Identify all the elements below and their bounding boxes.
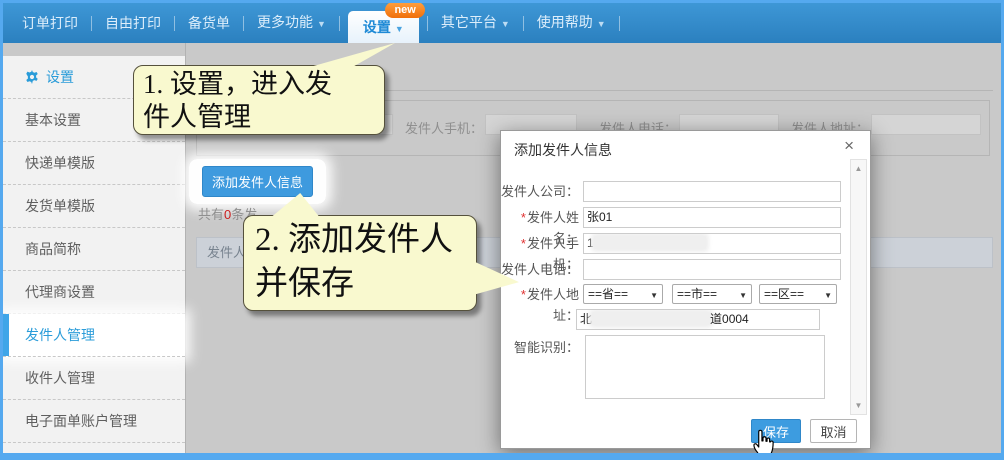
sidebar-item-express-template[interactable]: 快递单模版: [3, 142, 185, 185]
filter-label-mobile: 发件人手机：: [405, 118, 483, 137]
sidebar-item-shipping-template[interactable]: 发货单模版: [3, 185, 185, 228]
required-mark: *: [521, 287, 526, 302]
top-nav: 订单打印 自由打印 备货单 更多功能▼ 设置▼ new 其它平台▼ 使用帮助▼: [3, 3, 1001, 43]
chevron-down-icon: ▼: [739, 286, 747, 305]
chevron-down-icon: ▼: [501, 19, 510, 29]
sidebar-item-receiver-management[interactable]: 收件人管理: [3, 357, 185, 400]
add-sender-highlight: 添加发件人信息: [189, 159, 326, 204]
sidebar-item-agent-settings[interactable]: 代理商设置: [3, 271, 185, 314]
field-row-company: 发件人公司：: [501, 181, 870, 203]
field-row-phone: 发件人电话：: [501, 259, 870, 281]
required-mark: *: [521, 236, 526, 251]
address-detail-input[interactable]: 北道0004: [576, 309, 820, 330]
nav-item-stock-list[interactable]: 备货单: [175, 3, 243, 43]
sidebar-item-sender-management[interactable]: 发件人管理: [3, 314, 185, 357]
smart-recognition-label: 智能识别：: [501, 337, 579, 358]
field-row-name: *发件人姓名： 张01: [501, 207, 870, 229]
district-select[interactable]: ==区==▼: [759, 284, 837, 304]
censored-blur: [592, 312, 710, 325]
company-input[interactable]: [583, 181, 841, 202]
nav-item-order-print[interactable]: 订单打印: [9, 3, 91, 43]
required-mark: *: [521, 210, 526, 225]
province-select[interactable]: ==省==▼: [583, 284, 663, 304]
nav-item-help[interactable]: 使用帮助▼: [524, 2, 619, 44]
scroll-down-icon[interactable]: ▼: [851, 401, 866, 410]
smart-recognition-textarea[interactable]: [585, 335, 825, 399]
tutorial-callout-step2: 2. 添加发件人 并保存: [243, 215, 477, 311]
field-row-address-detail: 北道0004: [501, 309, 870, 331]
gear-icon: [25, 70, 39, 84]
name-input[interactable]: 张01: [583, 207, 841, 228]
dialog-scrollbar[interactable]: ▲ ▼: [850, 159, 867, 415]
nav-separator: [339, 16, 340, 31]
nav-item-other-platforms[interactable]: 其它平台▼: [428, 2, 523, 44]
nav-item-free-print[interactable]: 自由打印: [92, 3, 174, 43]
field-row-mobile: *发件人手机： 1: [501, 233, 870, 255]
chevron-down-icon: ▼: [395, 24, 404, 34]
sidebar-item-product-shortname[interactable]: 商品简称: [3, 228, 185, 271]
app-window: 订单打印 自由打印 备货单 更多功能▼ 设置▼ new 其它平台▼ 使用帮助▼ …: [0, 0, 1004, 460]
phone-label: 发件人电话：: [501, 259, 579, 280]
nav-tab-settings-active[interactable]: 设置▼ new: [348, 11, 419, 43]
phone-input[interactable]: [583, 259, 841, 280]
hand-cursor-icon: [750, 427, 776, 459]
city-select[interactable]: ==市==▼: [672, 284, 752, 304]
sidebar-item-ewaybill-account[interactable]: 电子面单账户管理: [3, 400, 185, 443]
chevron-down-icon: ▼: [317, 19, 326, 29]
scroll-up-icon[interactable]: ▲: [851, 164, 866, 173]
cancel-button[interactable]: 取消: [810, 419, 857, 443]
add-sender-button[interactable]: 添加发件人信息: [202, 166, 313, 197]
sidebar-item-ewaybill-share[interactable]: 电子面单分享new: [3, 443, 185, 460]
chevron-down-icon: ▼: [650, 286, 658, 305]
nav-item-more-functions[interactable]: 更多功能▼: [244, 2, 339, 44]
new-badge: new: [385, 2, 424, 18]
dialog-title: 添加发件人信息: [514, 140, 612, 160]
close-icon[interactable]: ×: [844, 136, 854, 156]
company-label: 发件人公司：: [501, 181, 579, 202]
filter-input-address[interactable]: [871, 114, 981, 135]
nav-separator: [619, 16, 620, 31]
censored-blur: [594, 236, 706, 249]
mobile-input[interactable]: 1: [583, 233, 841, 254]
add-sender-dialog: 添加发件人信息 × 发件人公司： *发件人姓名： 张01 *发件人手机： 1 发…: [500, 130, 871, 449]
tutorial-callout-step1: 1. 设置，进入发 件人管理: [133, 65, 385, 135]
chevron-down-icon: ▼: [824, 286, 832, 305]
chevron-down-icon: ▼: [597, 19, 606, 29]
field-row-address: *发件人地址： ==省==▼ ==市==▼ ==区==▼: [501, 284, 870, 306]
